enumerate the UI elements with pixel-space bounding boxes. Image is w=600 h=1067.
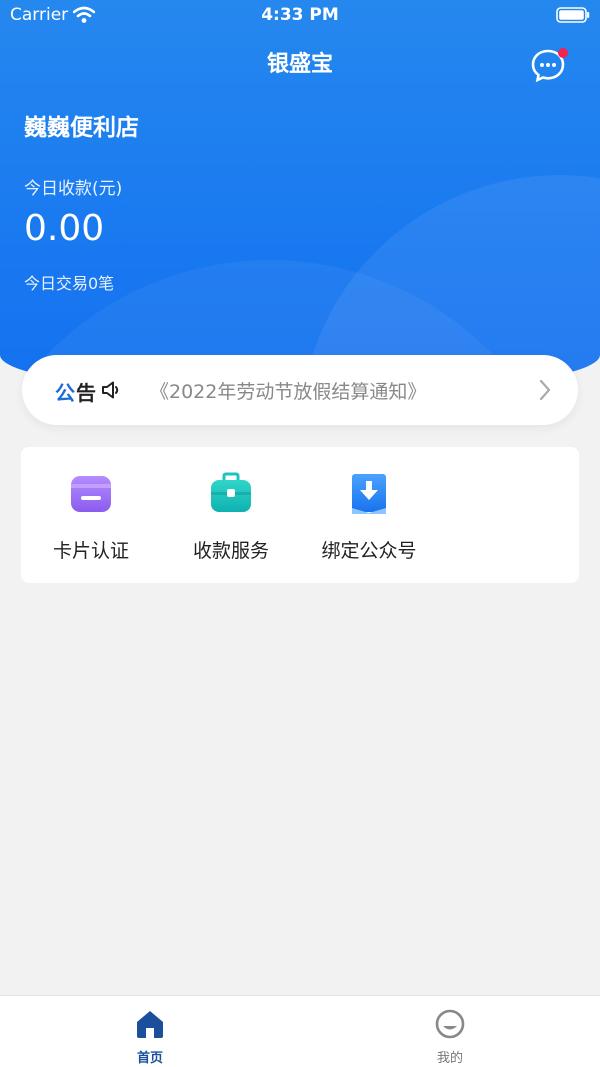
store-name: 巍巍便利店 — [24, 115, 139, 141]
tab-label: 首页 — [136, 1051, 163, 1066]
today-transaction-count: 今日交易0笔 — [24, 274, 115, 293]
notice-text: 《2022年劳动节放假结算通知》 — [150, 381, 427, 403]
page-title: 银盛宝 — [266, 52, 333, 77]
tab-bar: 首页 我的 — [0, 995, 600, 1067]
service-label: 收款服务 — [192, 540, 269, 562]
profile-icon — [435, 1009, 465, 1039]
tab-profile[interactable]: 我的 — [390, 996, 510, 1067]
today-income-label: 今日收款(元) — [24, 179, 123, 199]
chevron-right-icon — [539, 379, 551, 401]
service-label: 绑定公众号 — [321, 540, 417, 562]
status-time: 4:33 PM — [261, 5, 339, 25]
header-banner: Carrier 4:33 PM 银盛宝 巍巍便利店 今日收款(元) 0.00 今… — [0, 0, 600, 395]
card-icon — [71, 476, 111, 512]
tab-home[interactable]: 首页 — [90, 996, 210, 1067]
service-bind-wechat[interactable]: 绑定公众号 — [299, 447, 439, 583]
message-icon[interactable] — [530, 46, 570, 82]
download-book-icon — [352, 474, 386, 514]
speaker-icon — [102, 381, 119, 399]
notice-bar[interactable]: 公告 《2022年劳动节放假结算通知》 — [22, 355, 578, 425]
unread-badge — [558, 48, 568, 58]
tab-label: 我的 — [436, 1051, 463, 1066]
battery-icon — [556, 7, 590, 23]
service-label: 卡片认证 — [52, 540, 129, 562]
home-icon — [137, 1011, 163, 1038]
service-grid: 卡片认证 收款服务 绑定公众号 — [21, 447, 579, 583]
today-income-amount: 0.00 — [24, 208, 105, 249]
toolbox-icon — [211, 472, 251, 512]
service-card-verification[interactable]: 卡片认证 — [21, 447, 161, 583]
status-bar: Carrier 4:33 PM — [0, 0, 600, 30]
service-payment[interactable]: 收款服务 — [161, 447, 301, 583]
notice-tag: 公告 — [55, 381, 97, 405]
